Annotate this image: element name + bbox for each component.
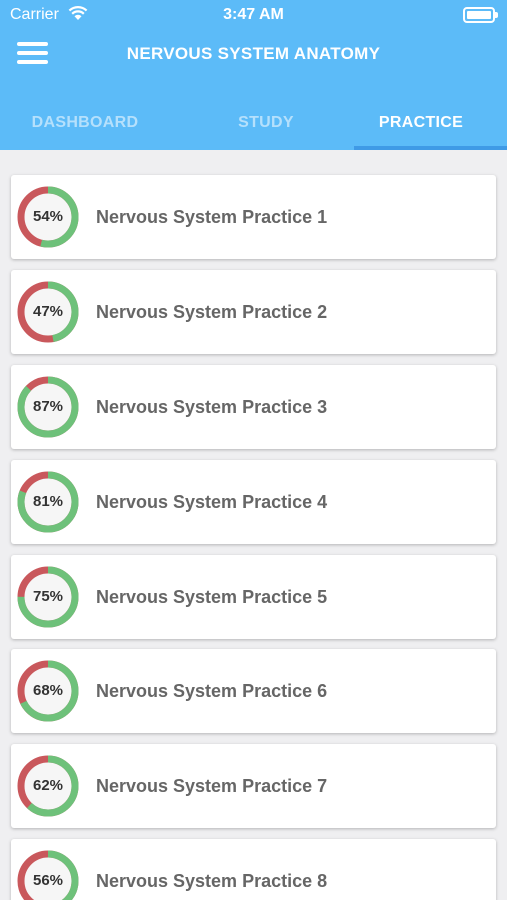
practice-title: Nervous System Practice 2 <box>96 302 328 322</box>
app-header: Carrier 3:47 AM NERVOUS SYSTEM ANATOMY D… <box>0 0 507 150</box>
score-percent: 62% <box>32 777 64 794</box>
practice-card[interactable]: 62% Nervous System Practice 7 <box>11 744 496 828</box>
practice-title: Nervous System Practice 6 <box>96 681 328 701</box>
tab-study[interactable]: STUDY <box>182 114 350 136</box>
battery-icon <box>463 7 498 23</box>
practice-title: Nervous System Practice 5 <box>96 587 328 607</box>
practice-card[interactable]: 54% Nervous System Practice 1 <box>11 175 496 259</box>
practice-card[interactable]: 47% Nervous System Practice 2 <box>11 270 496 354</box>
practice-title: Nervous System Practice 7 <box>96 776 328 796</box>
tab-dashboard[interactable]: DASHBOARD <box>0 114 170 136</box>
score-percent: 75% <box>32 588 64 605</box>
score-percent: 54% <box>32 208 64 225</box>
practice-card[interactable]: 81% Nervous System Practice 4 <box>11 460 496 544</box>
score-percent: 68% <box>32 682 64 699</box>
practice-card[interactable]: 87% Nervous System Practice 3 <box>11 365 496 449</box>
practice-title: Nervous System Practice 1 <box>96 207 328 227</box>
practice-title: Nervous System Practice 3 <box>96 397 328 417</box>
practice-title: Nervous System Practice 4 <box>96 492 328 512</box>
tab-practice[interactable]: PRACTICE <box>346 114 496 136</box>
practice-card[interactable]: 68% Nervous System Practice 6 <box>11 649 496 733</box>
score-percent: 47% <box>32 303 64 320</box>
status-bar: Carrier 3:47 AM <box>0 0 507 30</box>
practice-card[interactable]: 75% Nervous System Practice 5 <box>11 555 496 639</box>
clock: 3:47 AM <box>223 6 284 23</box>
practice-title: Nervous System Practice 8 <box>96 871 328 891</box>
score-percent: 87% <box>32 398 64 415</box>
score-percent: 81% <box>32 493 64 510</box>
practice-card[interactable]: 56% Nervous System Practice 8 <box>11 839 496 900</box>
active-tab-indicator <box>354 146 507 150</box>
score-percent: 56% <box>32 872 64 889</box>
page-title: NERVOUS SYSTEM ANATOMY <box>126 44 381 63</box>
